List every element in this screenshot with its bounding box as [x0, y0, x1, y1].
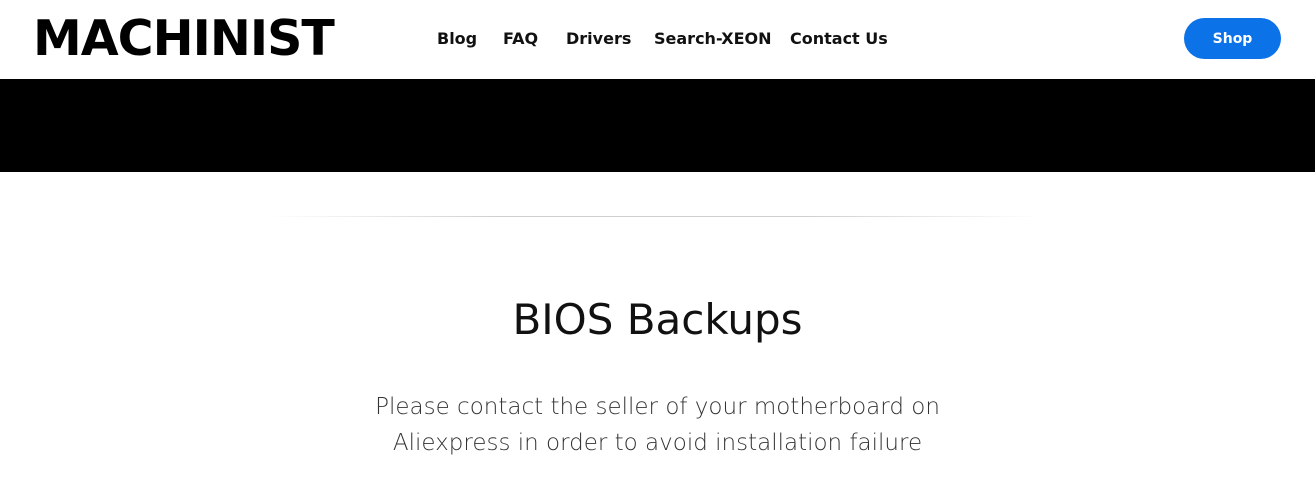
hero-banner: [0, 79, 1315, 172]
site-header: MACHINIST Blog FAQ Drivers Search-XEON C…: [0, 0, 1315, 78]
notice-line-2: Aliexpress in order to avoid installatio…: [392, 430, 923, 456]
nav-link-search-xeon[interactable]: Search-XEON: [654, 28, 772, 50]
nav-link-contact-us[interactable]: Contact Us: [790, 28, 888, 50]
section-divider: [270, 216, 1040, 217]
shop-button[interactable]: Shop: [1184, 18, 1281, 59]
notice-line-1: Please contact the seller of your mother…: [375, 394, 940, 420]
page-title: BIOS Backups: [512, 295, 803, 344]
nav-link-faq[interactable]: FAQ: [503, 28, 538, 50]
site-logo[interactable]: MACHINIST: [33, 6, 335, 72]
installation-notice: Please contact the seller of your mother…: [0, 389, 1315, 461]
nav-link-blog[interactable]: Blog: [437, 28, 477, 50]
nav-link-drivers[interactable]: Drivers: [566, 28, 631, 50]
